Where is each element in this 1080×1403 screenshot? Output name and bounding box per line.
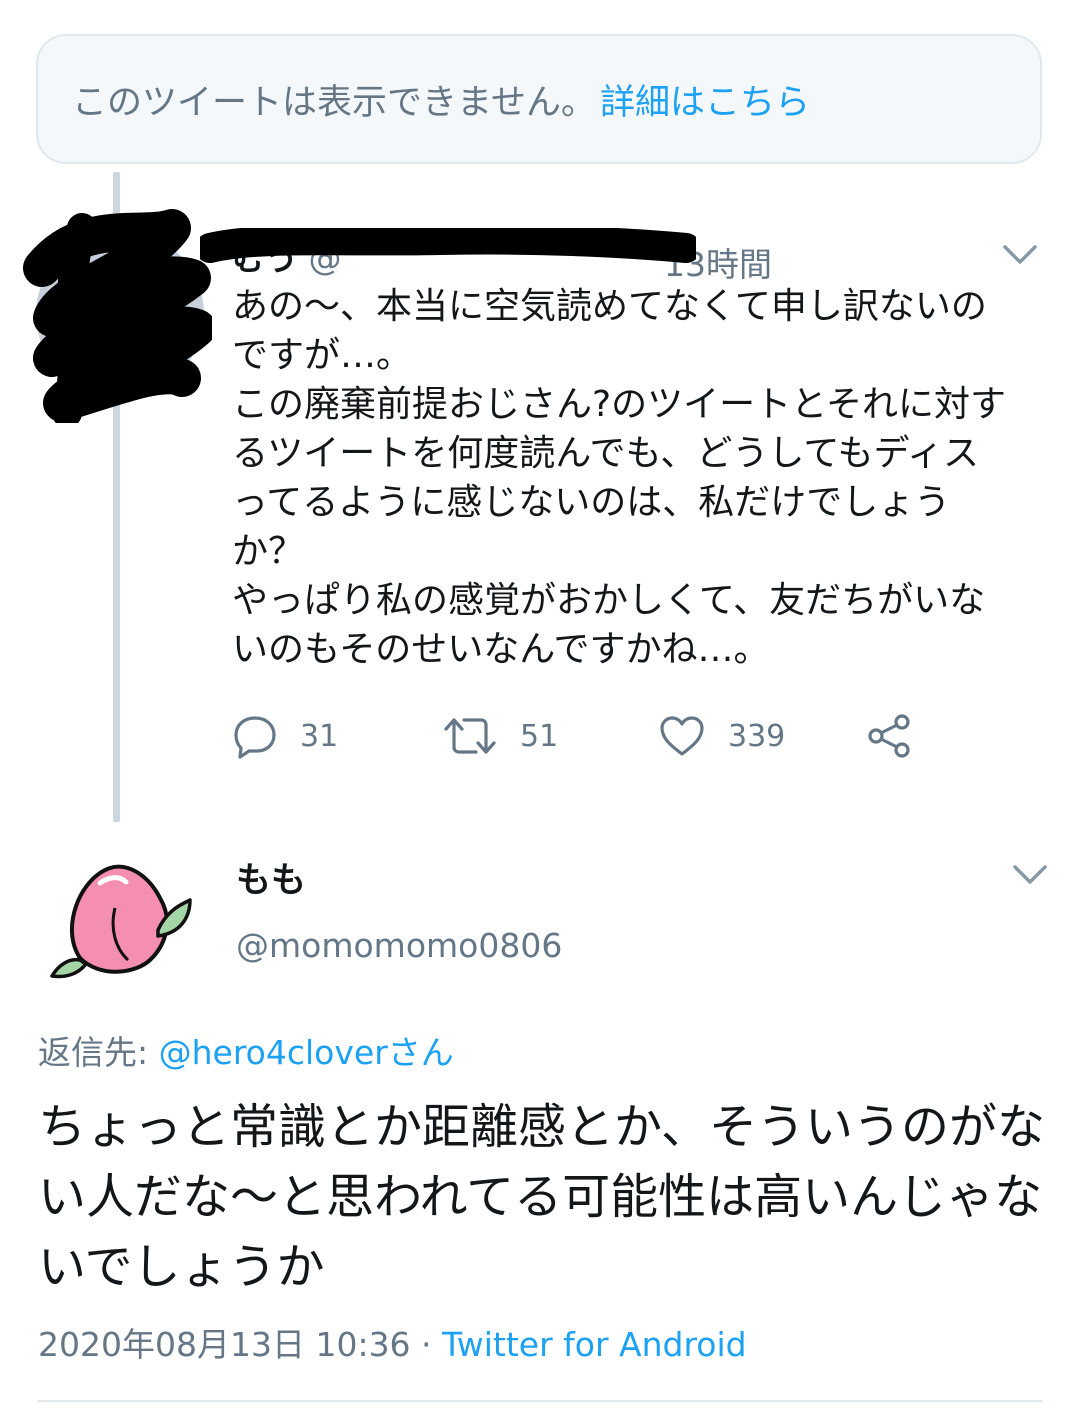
retweet-action[interactable]: 51 (442, 708, 558, 764)
meta-separator: · (410, 1325, 443, 1364)
notice-text: このツイートは表示できません。 (72, 82, 596, 123)
parent-tweet-text: あの〜、本当に空気読めてなくて申し訳ないの ですが…。 この廃棄前提おじさん?の… (232, 286, 1007, 670)
chevron-down-icon[interactable] (1012, 864, 1048, 886)
like-count: 339 (728, 718, 786, 754)
author-name[interactable]: もも (236, 852, 306, 903)
retweet-count: 51 (520, 718, 559, 754)
reply-icon (234, 716, 276, 759)
redaction-bar (200, 228, 696, 263)
reply-count: 31 (300, 718, 339, 754)
redaction-scribble (23, 209, 212, 423)
replying-to: 返信先: @hero4cloverさん (38, 1026, 454, 1074)
tweet-meta: 2020年08月13日 10:36 · Twitter for Android (38, 1318, 747, 1366)
author-handle[interactable]: @momomomo0806 (236, 926, 562, 965)
peach-avatar[interactable] (40, 848, 206, 1014)
share-icon (868, 714, 910, 758)
chevron-down-icon[interactable] (1002, 244, 1038, 266)
parent-tweet-actions: 31 51 339 (232, 708, 952, 764)
tweet-text: ちょっと常識とか距離感とか、そういうのがない人だな〜と思われてる可能性は高いんじ… (38, 1099, 1046, 1295)
tweet-client-link[interactable]: Twitter for Android (442, 1325, 747, 1364)
reply-action[interactable]: 31 (232, 708, 338, 764)
unavailable-tweet-notice: このツイートは表示できません。 詳細はこちら (36, 34, 1042, 164)
notice-details-link[interactable]: 詳細はこちら (600, 74, 810, 125)
retweet-icon (444, 718, 496, 754)
replying-to-label: 返信先: (38, 1033, 159, 1072)
like-action[interactable]: 339 (658, 708, 785, 764)
share-action[interactable] (866, 708, 936, 764)
replying-to-user-link[interactable]: @hero4cloverさん (159, 1033, 454, 1072)
divider (38, 1400, 1042, 1402)
like-icon (660, 716, 704, 756)
tweet-timestamp[interactable]: 2020年08月13日 10:36 (38, 1325, 411, 1364)
